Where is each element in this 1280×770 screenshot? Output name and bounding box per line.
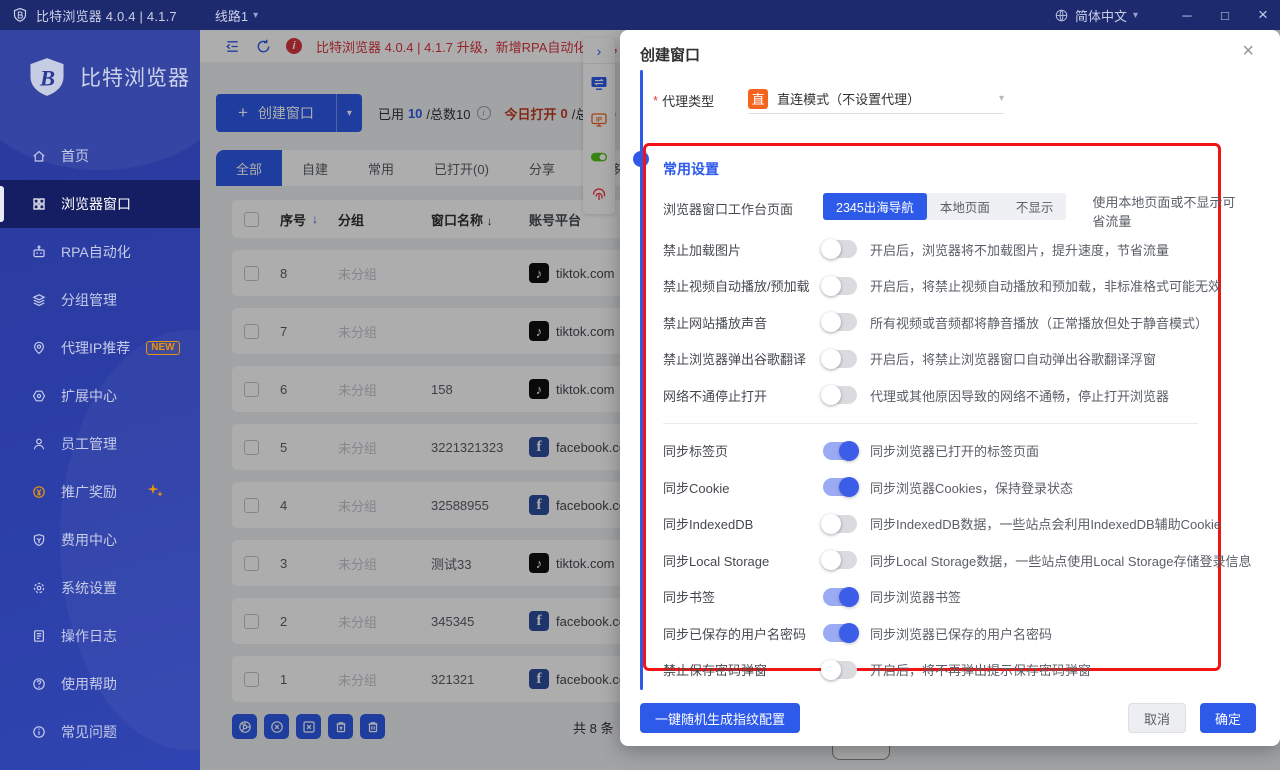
toggle-switch[interactable] (823, 588, 857, 606)
sidebar-item-browser-windows[interactable]: 浏览器窗口 (0, 180, 200, 228)
toggle-switch[interactable] (823, 386, 857, 404)
grid-windows-icon (30, 196, 47, 212)
titlebar: 比特浏览器 4.0.4 | 4.1.7 线路1 ▾ 简体中文 ▾ ─ □ × (0, 0, 1280, 30)
sidebar-item-help[interactable]: 使用帮助 (0, 660, 200, 708)
sidebar-item-billing[interactable]: 费用中心 (0, 516, 200, 564)
log-document-icon (30, 628, 47, 644)
sidebar-item-rpa[interactable]: RPA自动化 (0, 228, 200, 276)
sidebar-item-logs[interactable]: 操作日志 (0, 612, 200, 660)
setting-row: 同步Cookie 同步浏览器Cookies，保持登录状态 (663, 469, 1218, 506)
toggle-switch[interactable] (823, 551, 857, 569)
workbench-setting-row: 浏览器窗口工作台页面 2345出海导航 本地页面 不显示 使用本地页面或不显示可… (663, 193, 1218, 231)
sidebar-logo: B 比特浏览器 (0, 30, 200, 98)
toggle-switch[interactable] (823, 442, 857, 460)
confirm-button[interactable]: 确定 (1200, 703, 1256, 733)
caret-down-icon: ▾ (999, 93, 1004, 104)
app-logo-icon (12, 7, 28, 23)
generate-fingerprint-button[interactable]: 一键随机生成指纹配置 (640, 703, 800, 733)
workbench-segmented-control: 2345出海导航 本地页面 不显示 (823, 193, 1066, 220)
setting-row: 同步已保存的用户名密码 同步浏览器已保存的用户名密码 (663, 615, 1218, 652)
toggle-switch[interactable] (823, 515, 857, 533)
toggle-switch[interactable] (823, 240, 857, 258)
segment-local-page[interactable]: 本地页面 (927, 193, 1003, 220)
app-title: 比特浏览器 4.0.4 | 4.1.7 (36, 6, 177, 25)
line-selector[interactable]: 线路1 ▾ (215, 6, 258, 25)
sidebar-item-staff[interactable]: 员工管理 (0, 420, 200, 468)
sidebar-item-faq[interactable]: 常见问题 (0, 708, 200, 756)
sidebar-item-settings[interactable]: 系统设置 (0, 564, 200, 612)
setting-row: 同步标签页 同步浏览器已打开的标签页面 (663, 433, 1218, 470)
sparkles-icon (145, 483, 167, 501)
segment-2345-nav[interactable]: 2345出海导航 (823, 193, 927, 220)
sidebar-menu: 首页 浏览器窗口 RPA自动化 分组管理 代理IP推荐 NEW 扩展中心 (0, 132, 200, 756)
setting-row: 禁止视频自动播放/预加载 开启后，将禁止视频自动播放和预加载，非标准格式可能无效 (663, 268, 1218, 305)
toggle-switch[interactable] (823, 277, 857, 295)
proxy-type-field: * 代理类型 直 直连模式（不设置代理） ▾ (653, 86, 1004, 114)
maximize-button[interactable]: □ (1208, 0, 1242, 30)
common-settings-highlight: 常用设置 浏览器窗口工作台页面 2345出海导航 本地页面 不显示 使用本地页面… (643, 143, 1221, 671)
toggle-switch[interactable] (823, 313, 857, 331)
create-window-modal: 创建窗口 × * 代理类型 直 直连模式（不设置代理） ▾ 常用设置 浏览器窗口… (620, 30, 1280, 746)
toggle-switch[interactable] (823, 478, 857, 496)
caret-down-icon: ▾ (253, 10, 258, 21)
close-modal-icon[interactable]: × (1242, 40, 1254, 63)
setting-row: 同步Local Storage 同步Local Storage数据，一些站点使用… (663, 542, 1218, 579)
minimize-button[interactable]: ─ (1170, 0, 1204, 30)
brand-shield-icon: B (26, 56, 68, 98)
toggle-switch[interactable] (823, 624, 857, 642)
toggle-switch[interactable] (823, 661, 857, 679)
location-pin-icon (30, 340, 47, 356)
brand-name: 比特浏览器 (80, 62, 190, 92)
gear-icon (30, 580, 47, 596)
extension-icon (30, 388, 47, 404)
setting-row: 禁止保存密码弹窗 开启后，将不再弹出提示保存密码弹窗 (663, 652, 1218, 689)
direct-mode-badge: 直 (748, 89, 768, 109)
sidebar-item-promotion[interactable]: 推广奖励 (0, 468, 200, 516)
robot-icon (30, 244, 47, 260)
fee-shield-icon (30, 532, 47, 548)
home-icon (30, 148, 47, 164)
setting-row: 禁止加载图片 开启后，浏览器将不加载图片，提升速度，节省流量 (663, 231, 1218, 268)
setting-row: 禁止网站播放声音 所有视频或音频都将静音播放（正常播放但处于静音模式） (663, 304, 1218, 341)
globe-icon (1054, 8, 1069, 23)
sidebar-item-extensions[interactable]: 扩展中心 (0, 372, 200, 420)
info-circle-icon (30, 724, 47, 740)
proxy-type-select[interactable]: 直 直连模式（不设置代理） ▾ (748, 86, 1004, 114)
setting-row: 同步书签 同步浏览器书签 (663, 579, 1218, 616)
setting-row: 同步IndexedDB 同步IndexedDB数据，一些站点会利用Indexed… (663, 506, 1218, 543)
sidebar: B 比特浏览器 首页 浏览器窗口 RPA自动化 分组管理 代理IP推荐 (0, 30, 200, 770)
new-badge: NEW (146, 341, 179, 355)
promotion-reward-icon (30, 484, 47, 500)
toggle-switch[interactable] (823, 350, 857, 368)
required-asterisk: * (653, 93, 658, 108)
sidebar-item-groups[interactable]: 分组管理 (0, 276, 200, 324)
section-divider (663, 423, 1198, 424)
modal-footer: 一键随机生成指纹配置 取消 确定 (620, 690, 1280, 746)
layers-icon (30, 292, 47, 308)
modal-title: 创建窗口 (640, 44, 700, 65)
segment-hide[interactable]: 不显示 (1003, 193, 1067, 220)
setting-row: 禁止浏览器弹出谷歌翻译 开启后，将禁止浏览器窗口自动弹出谷歌翻译浮窗 (663, 341, 1218, 378)
question-circle-icon (30, 676, 47, 692)
sidebar-item-proxy-ip[interactable]: 代理IP推荐 NEW (0, 324, 200, 372)
language-selector[interactable]: 简体中文 ▾ (1054, 6, 1138, 25)
caret-down-icon: ▾ (1133, 10, 1138, 21)
cancel-button[interactable]: 取消 (1128, 703, 1186, 733)
close-window-button[interactable]: × (1246, 0, 1280, 30)
setting-row: 网络不通停止打开 代理或其他原因导致的网络不通畅，停止打开浏览器 (663, 377, 1218, 414)
sidebar-item-home[interactable]: 首页 (0, 132, 200, 180)
person-icon (30, 436, 47, 452)
section-title: 常用设置 (663, 159, 1218, 179)
app-window: 比特浏览器 4.0.4 | 4.1.7 线路1 ▾ 简体中文 ▾ ─ □ × B… (0, 0, 1280, 770)
svg-text:B: B (39, 65, 55, 90)
